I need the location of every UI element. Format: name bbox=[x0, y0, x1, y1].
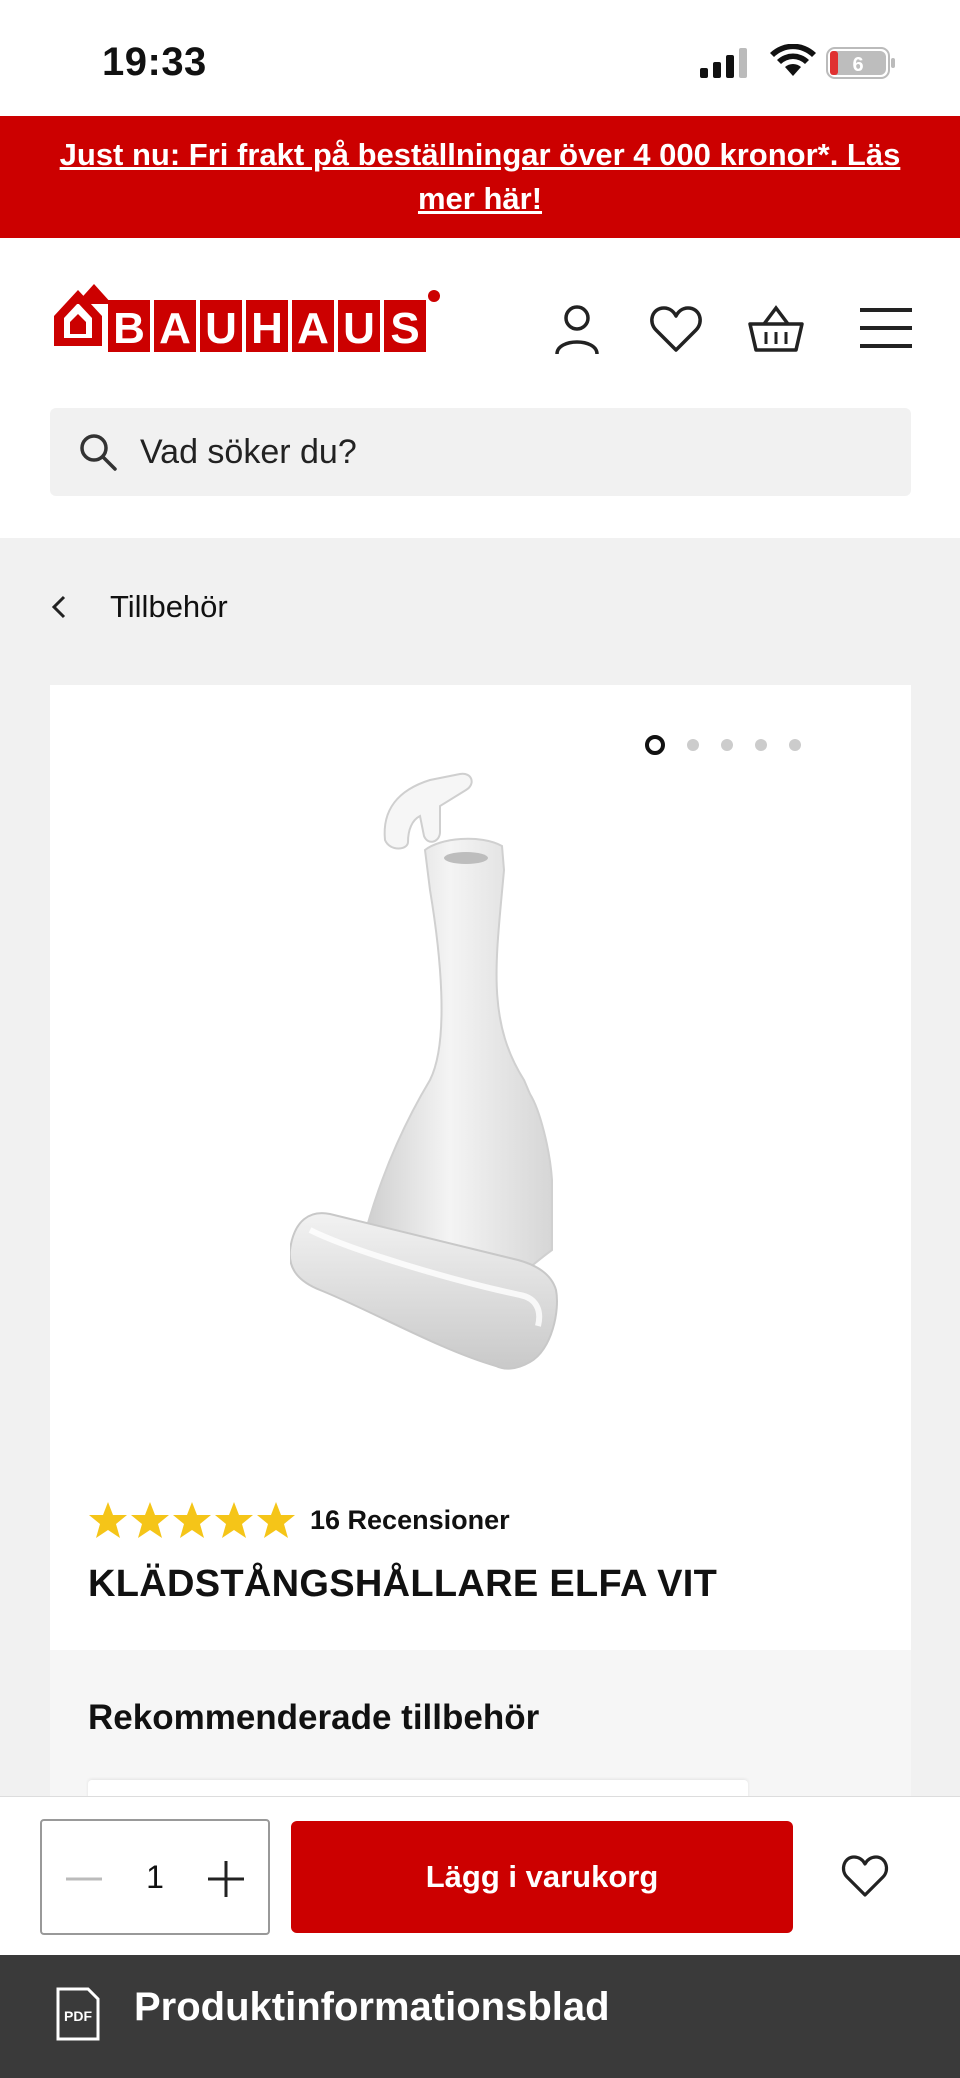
star-icon bbox=[215, 1502, 253, 1538]
promo-link[interactable]: Just nu: Fri frakt på beställningar över… bbox=[44, 133, 916, 221]
search-bar[interactable] bbox=[50, 408, 911, 496]
pdf-icon-label: PDF bbox=[64, 2008, 92, 2024]
cellular-signal-icon bbox=[700, 48, 747, 78]
recommended-heading: Rekommenderade tillbehör bbox=[88, 1698, 540, 1737]
carousel-dot[interactable] bbox=[755, 739, 767, 751]
search-icon bbox=[80, 434, 117, 471]
search-input[interactable] bbox=[140, 408, 880, 496]
quantity-value[interactable]: 1 bbox=[102, 1821, 208, 1933]
product-info-sheet-label: Produktinformationsblad bbox=[134, 1985, 610, 2029]
star-icon bbox=[89, 1502, 127, 1538]
add-to-cart-button[interactable]: Lägg i varukorg bbox=[291, 1821, 793, 1933]
chevron-left-icon bbox=[51, 595, 66, 619]
svg-text:U: U bbox=[205, 304, 237, 353]
minus-icon[interactable] bbox=[64, 1859, 104, 1899]
recommended-section: Rekommenderade tillbehör bbox=[50, 1650, 911, 1810]
wifi-icon bbox=[770, 44, 816, 76]
breadcrumb[interactable]: Tillbehör bbox=[50, 582, 228, 632]
review-count[interactable]: 16 Recensioner bbox=[310, 1505, 510, 1536]
svg-text:H: H bbox=[251, 304, 283, 353]
svg-text:U: U bbox=[343, 304, 375, 353]
product-card: 16 Recensioner KLÄDSTÅNGSHÅLLARE ELFA VI… bbox=[50, 685, 911, 1810]
buy-bar: 1 Lägg i varukorg bbox=[0, 1796, 960, 1956]
svg-text:S: S bbox=[390, 304, 419, 353]
star-icon bbox=[173, 1502, 211, 1538]
bauhaus-logo[interactable]: B A U H A U S bbox=[50, 276, 442, 358]
carousel-dot[interactable] bbox=[721, 739, 733, 751]
basket-icon[interactable] bbox=[748, 300, 804, 356]
site-header: B A U H A U S bbox=[0, 238, 960, 538]
menu-icon[interactable] bbox=[858, 300, 914, 356]
quantity-stepper: 1 bbox=[40, 1819, 270, 1935]
promo-banner: Just nu: Fri frakt på beställningar över… bbox=[0, 116, 960, 238]
svg-text:A: A bbox=[297, 304, 329, 353]
product-info-sheet-link[interactable]: PDF Produktinformationsblad bbox=[0, 1955, 960, 2078]
svg-text:B: B bbox=[113, 304, 145, 353]
star-icon bbox=[131, 1502, 169, 1538]
product-image[interactable] bbox=[290, 750, 670, 1390]
star-icon bbox=[257, 1502, 295, 1538]
battery-level: 6 bbox=[852, 54, 863, 76]
product-rating[interactable]: 16 Recensioner bbox=[88, 1500, 510, 1540]
favorite-heart-icon[interactable] bbox=[840, 1851, 890, 1901]
svg-text:A: A bbox=[159, 304, 191, 353]
carousel-dot[interactable] bbox=[687, 739, 699, 751]
carousel-dot[interactable] bbox=[789, 739, 801, 751]
wishlist-heart-icon[interactable] bbox=[648, 300, 704, 356]
account-icon[interactable] bbox=[549, 300, 605, 356]
product-title: KLÄDSTÅNGSHÅLLARE ELFA VIT bbox=[88, 1563, 718, 1605]
pdf-icon: PDF bbox=[56, 1987, 100, 2041]
breadcrumb-label: Tillbehör bbox=[110, 589, 228, 624]
status-time: 19:33 bbox=[102, 40, 207, 84]
status-bar: 19:33 6 bbox=[0, 0, 960, 116]
plus-icon[interactable] bbox=[206, 1859, 246, 1899]
battery-icon: 6 bbox=[826, 47, 895, 79]
